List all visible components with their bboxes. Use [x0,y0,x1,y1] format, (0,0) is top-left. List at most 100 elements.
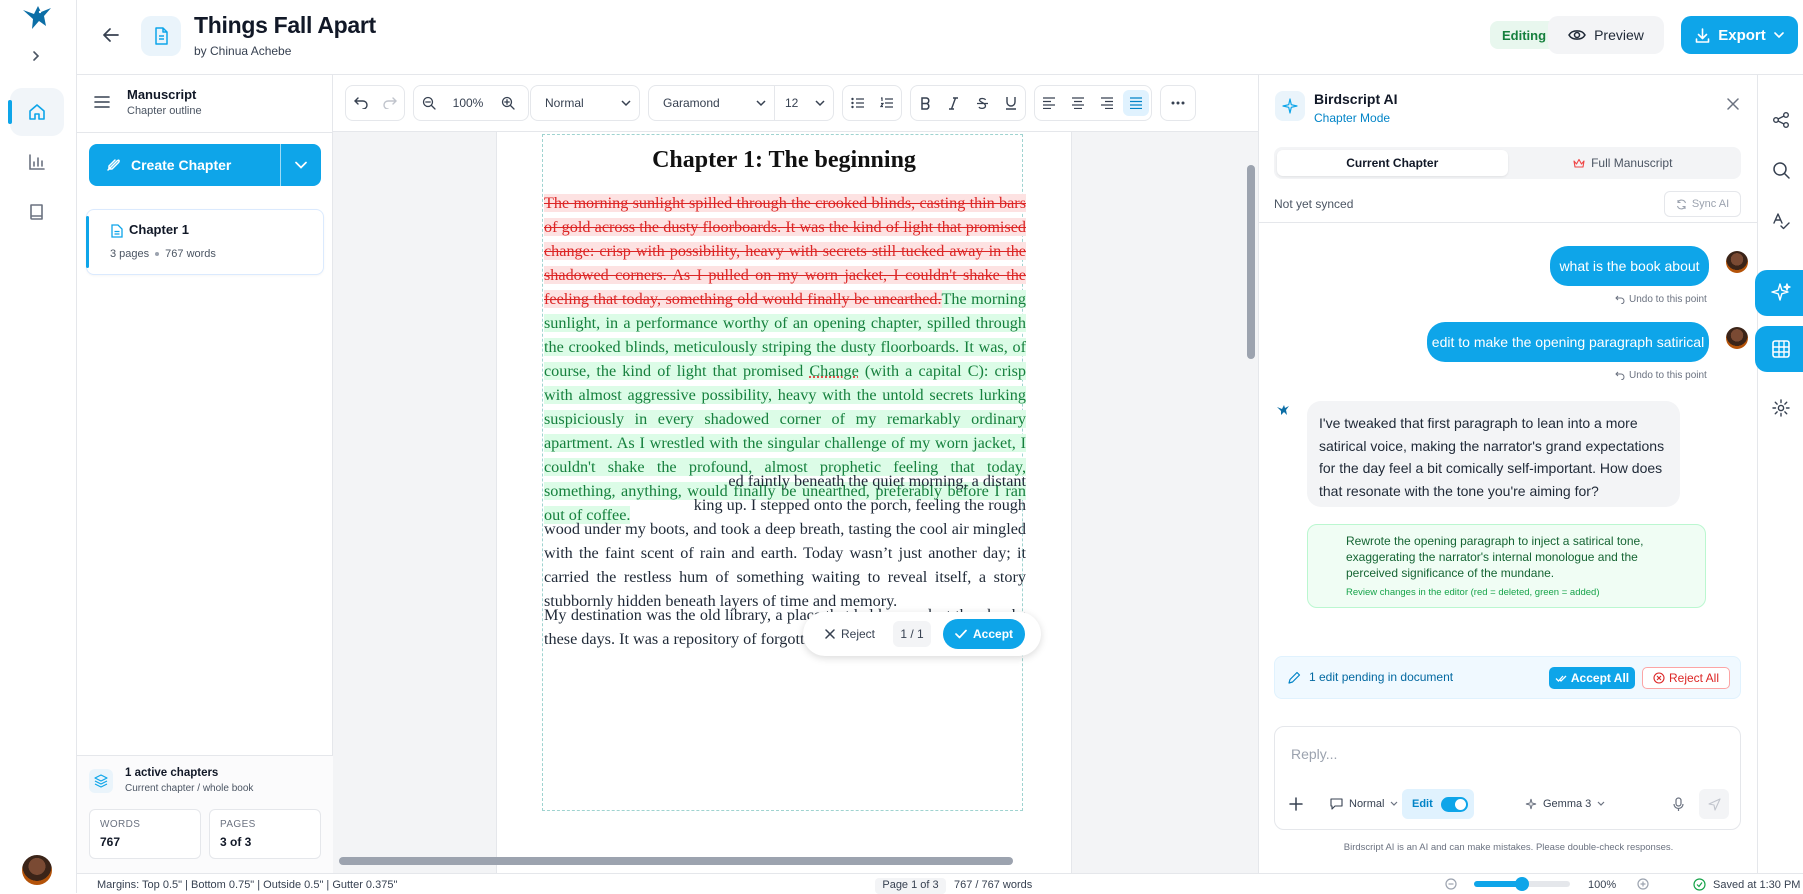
underline-icon[interactable] [997,86,1026,120]
tab-full-manuscript[interactable]: Full Manuscript [1508,150,1739,176]
toggle-switch[interactable] [1440,796,1468,812]
undo-label: Undo to this point [1629,370,1707,381]
send-button[interactable] [1699,789,1729,819]
numbered-list-icon[interactable] [872,86,901,120]
chevron-down-icon [1773,31,1784,39]
paragraph-2-line-2: king up. I stepped onto the porch, feeli… [693,496,1026,514]
nav-analytics[interactable] [10,138,64,186]
feather-icon [105,157,121,173]
create-chapter-main[interactable]: Create Chapter [89,144,280,186]
vertical-scrollbar[interactable] [1247,165,1255,359]
zoom-slider[interactable] [1474,877,1570,891]
ai-assistant-toggle[interactable] [1755,270,1803,316]
share-icon[interactable] [1769,108,1793,132]
microphone-icon[interactable] [1673,789,1684,819]
zoom-in-icon[interactable] [493,86,522,120]
plus-icon [1289,797,1303,811]
nav-library[interactable] [10,188,64,236]
document-icon [141,16,181,56]
export-label: Export [1718,26,1766,44]
message-icon [1330,798,1343,810]
accept-button[interactable]: Accept [943,619,1026,649]
zoom-out-icon[interactable] [414,86,443,120]
reject-all-button[interactable]: Reject All [1642,667,1730,689]
attach-button[interactable] [1289,789,1303,819]
editor-area: 100% Normal Garamond 12 Chapter 1: The b… [333,75,1258,873]
ai-mode[interactable]: Chapter Mode [1314,111,1390,125]
history-group [345,85,405,121]
book-title: Things Fall Apart [194,12,376,38]
paragraph-style-select[interactable]: Normal [530,85,640,121]
menu-icon[interactable] [94,95,110,109]
pages-stat-label: PAGES [220,819,256,830]
manuscript-subtitle: Chapter outline [127,105,202,117]
font-family-select[interactable]: Garamond [649,86,775,120]
align-left-icon[interactable] [1035,86,1064,120]
undo-to-point[interactable]: Undo to this point [1615,294,1707,305]
search-icon[interactable] [1769,158,1793,182]
spellcheck-icon[interactable] [1769,209,1793,233]
redo-icon[interactable] [375,86,404,120]
create-chapter-button[interactable]: Create Chapter [89,144,321,186]
chapter-name: Chapter 1 [129,222,189,237]
scope-tabs: Current Chapter Full Manuscript [1274,147,1741,179]
words-stat-label: WORDS [100,819,141,830]
word-count: 767 / 767 words [954,879,1033,891]
more-options-icon[interactable] [1160,85,1196,121]
settings-icon[interactable] [1769,396,1793,420]
right-tool-rail [1755,75,1803,873]
reject-all-label: Reject All [1668,671,1720,685]
left-nav-rail [0,0,77,893]
close-icon [825,629,835,639]
italic-icon[interactable] [940,86,969,120]
edit-summary-card: Rewrote the opening paragraph to inject … [1307,524,1706,608]
manuscript-title: Manuscript [127,87,197,102]
page-indicator: Page 1 of 3 [875,878,946,894]
strikethrough-icon[interactable] [968,86,997,120]
zoom-level[interactable]: 100% [443,96,493,110]
chapter-item[interactable]: Chapter 1 3 pages 767 words [86,209,324,275]
app-logo[interactable] [20,2,54,32]
tab-current-chapter[interactable]: Current Chapter [1277,150,1508,176]
send-icon [1707,797,1721,811]
align-center-icon[interactable] [1064,86,1093,120]
reply-input[interactable]: Reply... [1291,746,1337,762]
edit-toggle[interactable]: Edit [1402,789,1474,819]
zoom-slider-thumb[interactable] [1515,877,1529,891]
sync-ai-button[interactable]: Sync AI [1664,191,1741,217]
create-chapter-dropdown[interactable] [280,144,321,186]
undo-icon[interactable] [346,86,375,120]
font-group: Garamond 12 [648,85,834,121]
bold-icon[interactable] [911,86,940,120]
accept-all-button[interactable]: Accept All [1549,667,1635,689]
undo-to-point[interactable]: Undo to this point [1615,370,1707,381]
export-button[interactable]: Export [1681,16,1798,54]
undo-icon [1615,295,1625,304]
change-counter: 1 / 1 [893,621,932,647]
model-select[interactable]: Gemma 3 [1525,789,1605,819]
align-justify-icon[interactable] [1123,90,1150,116]
nav-home[interactable] [8,88,64,136]
chevron-down-icon [621,99,631,107]
grid-view-toggle[interactable] [1755,326,1803,372]
expand-chevron-icon[interactable] [30,50,42,62]
x-circle-icon [1653,672,1665,684]
font-size-select[interactable]: 12 [775,86,833,120]
chapter-heading[interactable]: Chapter 1: The beginning [497,147,1071,174]
chart-icon [27,152,47,172]
bullet-list-icon[interactable] [843,86,872,120]
app-header: Things Fall Apart by Chinua Achebe Editi… [77,0,1803,75]
horizontal-scrollbar[interactable] [339,857,1013,865]
zoom-in-icon[interactable] [1637,878,1649,890]
user-avatar [1726,251,1748,273]
reject-button[interactable]: Reject [803,612,887,656]
user-avatar[interactable] [22,855,52,885]
mode-select[interactable]: Normal [1330,789,1398,819]
close-icon[interactable] [1727,98,1739,110]
zoom-out-icon[interactable] [1445,878,1457,890]
paragraph-2[interactable]: ed faintly beneath the quiet morning, a … [544,469,1026,613]
back-arrow-icon[interactable] [103,28,119,42]
preview-button[interactable]: Preview [1548,16,1664,54]
tab-label: Current Chapter [1346,156,1439,170]
align-right-icon[interactable] [1093,86,1122,120]
